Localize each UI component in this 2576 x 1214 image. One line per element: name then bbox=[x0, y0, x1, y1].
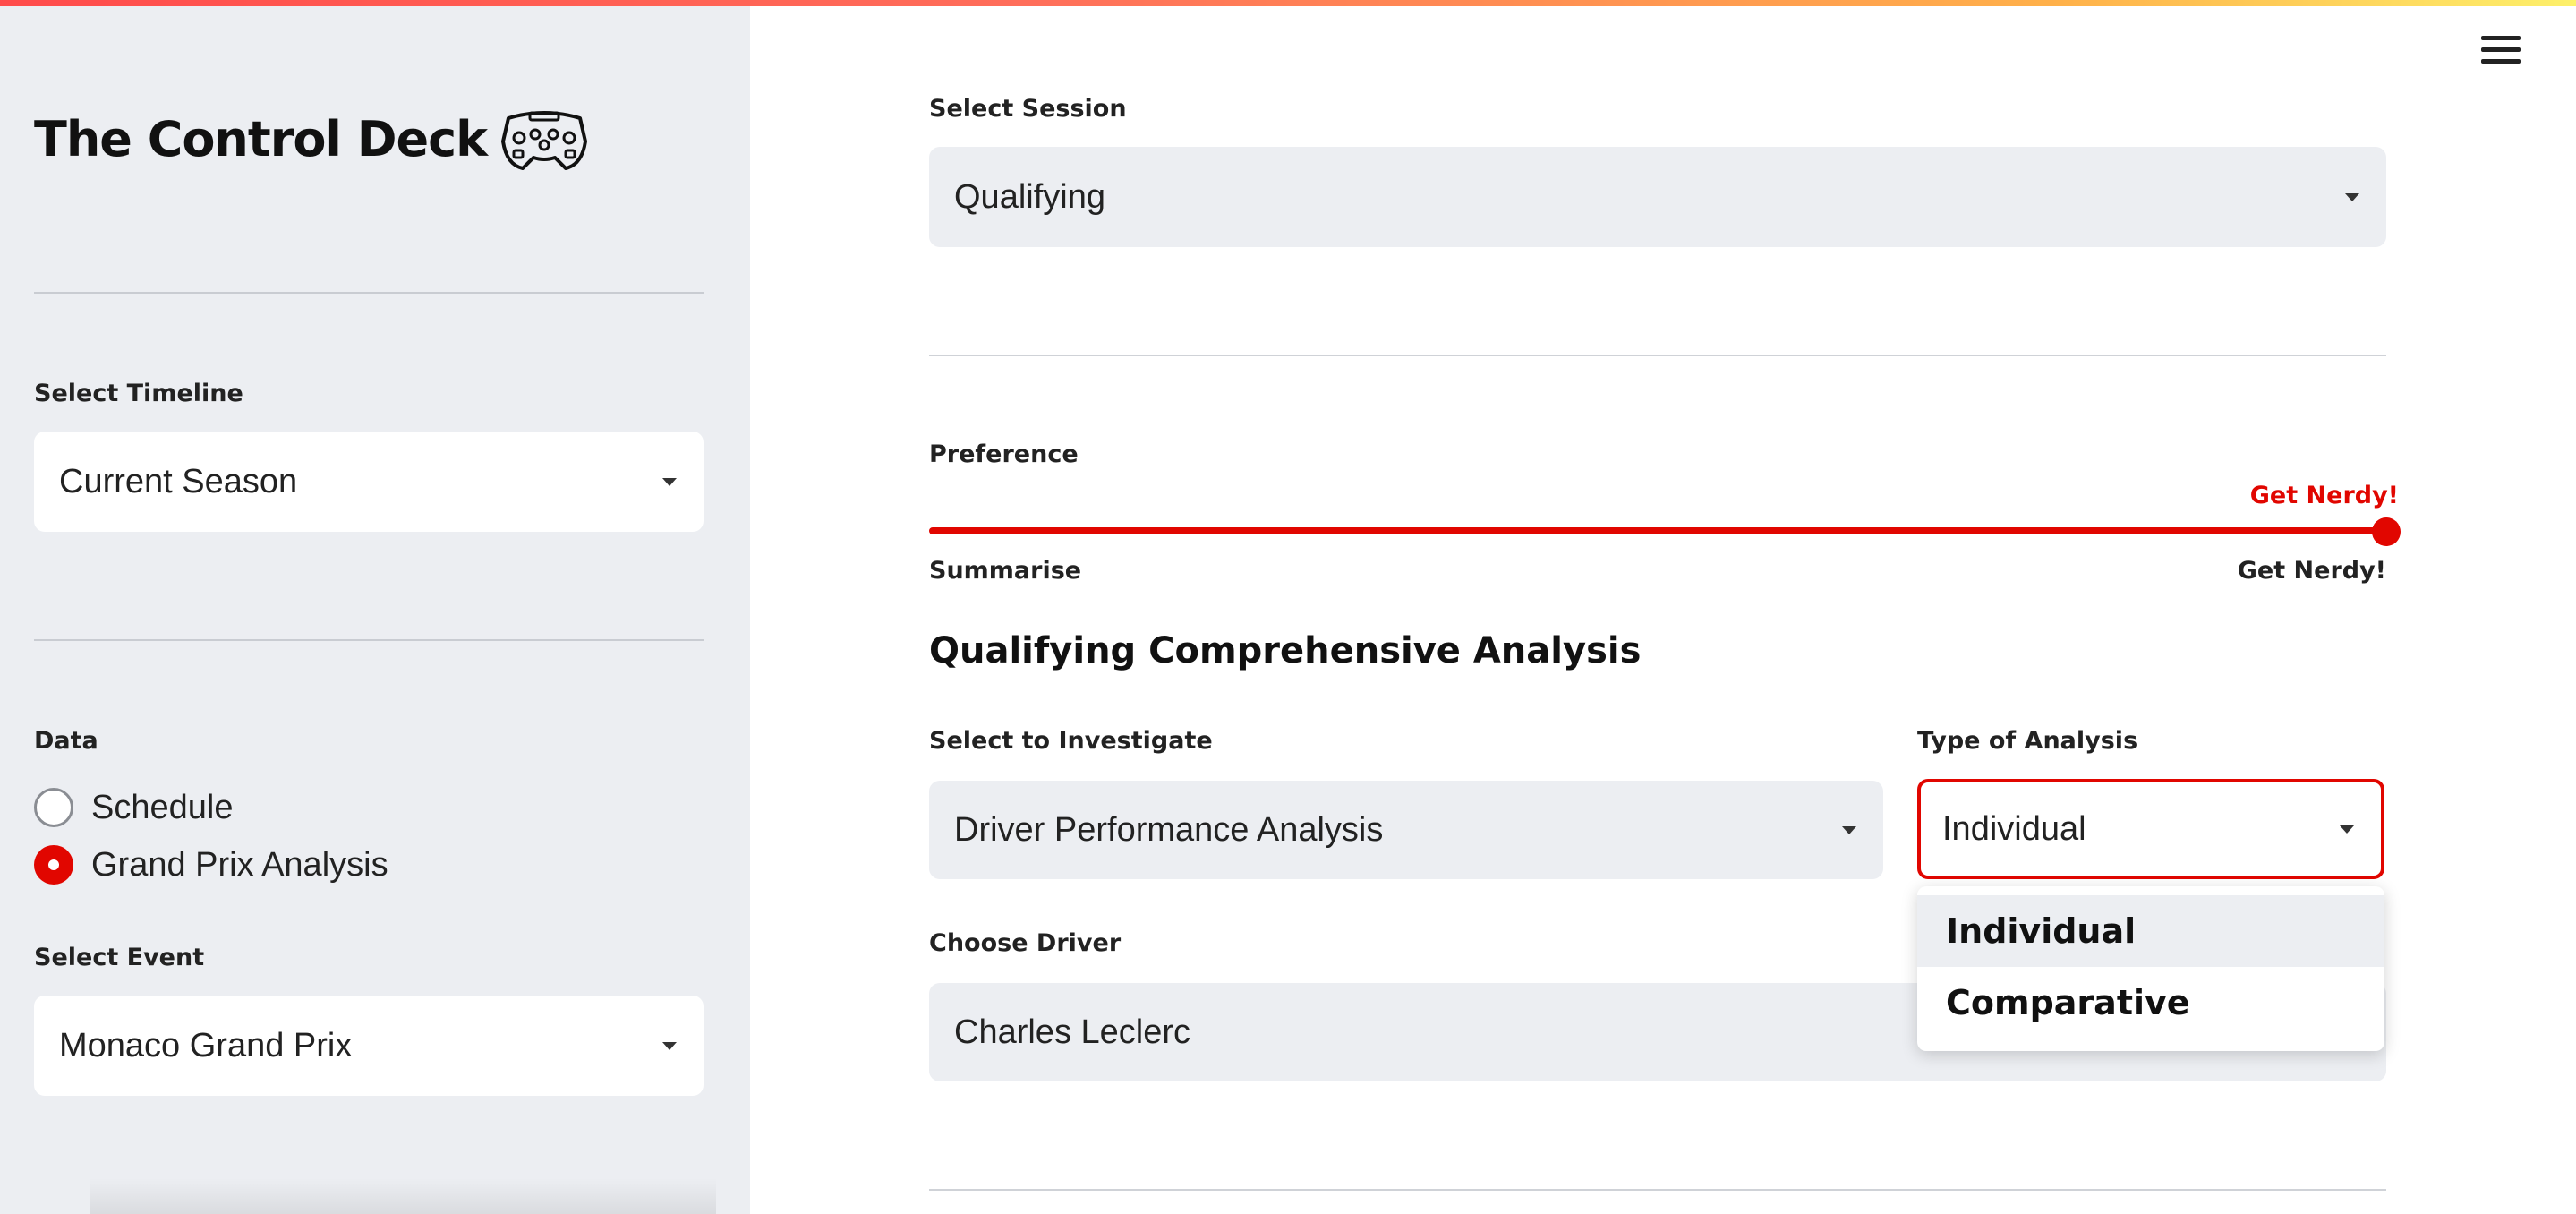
investigate-label: Select to Investigate bbox=[929, 727, 1213, 755]
analysis-type-select-value: Individual bbox=[1942, 809, 2086, 848]
preference-slider-thumb[interactable] bbox=[2372, 517, 2401, 546]
chevron-down-icon bbox=[662, 477, 677, 486]
chevron-down-icon bbox=[1842, 825, 1856, 834]
dropdown-option-individual[interactable]: Individual bbox=[1917, 895, 2384, 967]
event-label: Select Event bbox=[34, 944, 205, 971]
investigate-select[interactable]: Driver Performance Analysis bbox=[929, 781, 1883, 879]
app-title: The Control Deck bbox=[34, 110, 488, 167]
radio-button-selected[interactable] bbox=[34, 845, 73, 885]
sidebar-bottom-shadow bbox=[90, 1178, 716, 1214]
slider-max-label: Get Nerdy! bbox=[2237, 557, 2386, 585]
hamburger-menu-icon[interactable] bbox=[2481, 36, 2521, 72]
chevron-down-icon bbox=[2340, 825, 2354, 834]
analysis-type-label: Type of Analysis bbox=[1917, 727, 2138, 755]
section-title: Qualifying Comprehensive Analysis bbox=[929, 630, 1642, 671]
event-select-value: Monaco Grand Prix bbox=[59, 1026, 353, 1064]
chevron-down-icon bbox=[2345, 192, 2359, 201]
top-accent-bar bbox=[0, 0, 2576, 6]
main-divider bbox=[929, 1189, 2386, 1191]
timeline-label: Select Timeline bbox=[34, 380, 243, 407]
radio-button[interactable] bbox=[34, 788, 73, 827]
slider-current-value: Get Nerdy! bbox=[2249, 482, 2399, 509]
investigate-select-value: Driver Performance Analysis bbox=[954, 810, 1384, 849]
radio-option-grand-prix-analysis[interactable]: Grand Prix Analysis bbox=[34, 845, 388, 885]
analysis-type-dropdown-menu: Individual Comparative bbox=[1917, 886, 2384, 1051]
session-label: Select Session bbox=[929, 95, 1127, 123]
sidebar-divider bbox=[34, 292, 704, 294]
slider-min-label: Summarise bbox=[929, 557, 1082, 585]
analysis-type-select[interactable]: Individual bbox=[1917, 779, 2384, 879]
timeline-select-value: Current Season bbox=[59, 462, 298, 500]
preference-label: Preference bbox=[929, 440, 1079, 468]
radio-label: Schedule bbox=[91, 788, 234, 826]
chevron-down-icon bbox=[662, 1041, 677, 1050]
driver-label: Choose Driver bbox=[929, 929, 1122, 957]
sidebar-divider bbox=[34, 639, 704, 641]
session-select[interactable]: Qualifying bbox=[929, 147, 2386, 247]
driver-select-value: Charles Leclerc bbox=[954, 1013, 1190, 1051]
steering-wheel-icon bbox=[501, 111, 588, 170]
timeline-select[interactable]: Current Season bbox=[34, 432, 704, 532]
radio-option-schedule[interactable]: Schedule bbox=[34, 788, 233, 827]
radio-label: Grand Prix Analysis bbox=[91, 845, 388, 884]
dropdown-option-comparative[interactable]: Comparative bbox=[1917, 967, 2384, 1039]
sidebar: The Control Deck Select Timeline Current… bbox=[0, 0, 750, 1214]
data-label: Data bbox=[34, 727, 98, 755]
brand: The Control Deck bbox=[34, 106, 589, 172]
preference-slider-track[interactable] bbox=[929, 527, 2386, 534]
session-select-value: Qualifying bbox=[954, 177, 1105, 216]
main-divider bbox=[929, 355, 2386, 356]
event-select[interactable]: Monaco Grand Prix bbox=[34, 996, 704, 1096]
